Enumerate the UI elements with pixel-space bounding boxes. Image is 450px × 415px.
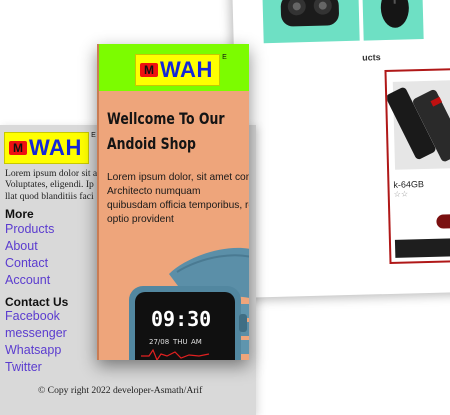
- hero-paragraph-line: optio provident: [107, 214, 174, 225]
- link-facebook[interactable]: Facebook: [5, 309, 60, 323]
- earbuds-image: [280, 0, 339, 27]
- hero-title: Wellcome To Our Andoid Shop: [107, 106, 225, 156]
- product-name: k-64GB: [393, 179, 425, 190]
- header-logo[interactable]: M WAH E: [135, 54, 227, 86]
- logo-superscript: E: [222, 54, 227, 61]
- product-card-mouse[interactable]: [361, 0, 424, 41]
- logo-mark-icon: M: [140, 63, 158, 77]
- link-messenger[interactable]: messenger: [5, 326, 67, 340]
- product-card-earbuds[interactable]: [261, 0, 360, 44]
- logo-wordmark: WAH: [29, 135, 82, 160]
- link-contact[interactable]: Contact: [5, 256, 48, 270]
- front-screen-home: M WAH E Wellcome To Our Andoid Shop Lore…: [97, 44, 249, 360]
- mouse-image: [380, 0, 409, 28]
- hero-title-line: Andoid Shop: [107, 134, 196, 153]
- hero-title-line: Wellcome To Our: [107, 109, 225, 128]
- watch-time: 09:30: [151, 307, 211, 331]
- link-products[interactable]: Products: [5, 222, 54, 236]
- watch-date: 27/08: [149, 338, 169, 346]
- watch-ampm: AM: [191, 338, 202, 346]
- product-rating: ☆☆: [393, 189, 409, 199]
- link-account[interactable]: Account: [5, 273, 50, 287]
- contact-heading: Contact Us: [5, 295, 69, 309]
- link-whatsapp[interactable]: Whatsapp: [5, 343, 61, 357]
- link-twitter[interactable]: Twitter: [5, 360, 42, 374]
- more-heading: More: [5, 207, 34, 221]
- phone-case-image: [386, 80, 450, 170]
- back-screen-products: ucts k-64GB ☆☆ B: [232, 0, 450, 298]
- hero-paragraph-line: Architecto numquam: [107, 186, 201, 197]
- copyright-text: © Copy right 2022 developer-Asmath/Arif: [38, 385, 203, 396]
- logo-mark-icon: M: [9, 141, 27, 155]
- logo-superscript: E: [91, 132, 96, 139]
- featured-product-card[interactable]: k-64GB ☆☆ B: [384, 67, 450, 264]
- logo-wordmark: WAH: [160, 57, 213, 82]
- hero-paragraph-line: Lorem ipsum dolor, sit amet consectetur …: [107, 172, 249, 183]
- product-thumb-strip: [394, 237, 450, 258]
- hero-paragraph: Lorem ipsum dolor, sit amet consectetur …: [107, 171, 249, 227]
- link-about[interactable]: About: [5, 239, 38, 253]
- products-heading: ucts: [361, 52, 381, 63]
- footer-logo[interactable]: M WAH E: [4, 132, 96, 164]
- smartwatch-image: 09:30 27/08 THU AM: [129, 247, 249, 360]
- watch-day: THU: [172, 338, 188, 346]
- buy-button[interactable]: B: [436, 213, 450, 229]
- hero-paragraph-line: quibusdam officia temporibus, repudianda…: [107, 200, 249, 211]
